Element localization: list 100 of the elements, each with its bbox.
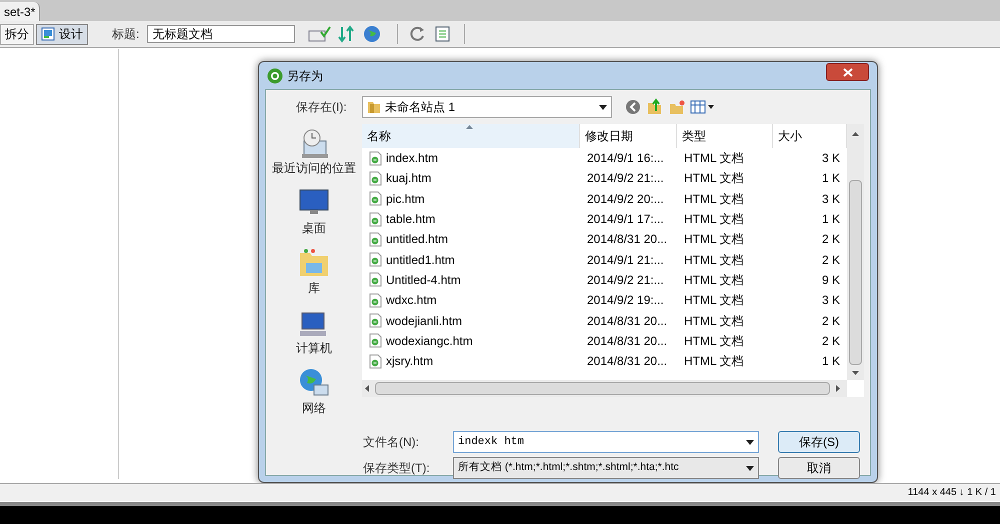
- file-name-cell[interactable]: wdxc.htm: [362, 290, 580, 310]
- html-file-icon: [369, 333, 382, 348]
- document-tab[interactable]: set-3*: [0, 2, 40, 21]
- date-cell-text: 2014/8/31 20...: [586, 332, 668, 350]
- dropdown-arrow-icon: [708, 105, 714, 109]
- filename-field[interactable]: indexk htm: [453, 431, 759, 453]
- file-name-cell[interactable]: wodexiangc.htm: [362, 330, 580, 351]
- scroll-up-icon: [852, 132, 859, 136]
- horizontal-scrollbar[interactable]: [362, 380, 847, 397]
- type-cell-text: HTML 文档: [683, 170, 745, 188]
- type-cell-text: HTML 文档: [683, 231, 745, 248]
- date-cell-text: 2014/9/1 21:...: [586, 252, 665, 269]
- column-header[interactable]: 名称: [362, 124, 580, 148]
- place-item[interactable]: 库: [269, 246, 359, 300]
- dropdown-arrow-icon: [746, 440, 754, 444]
- new-folder-icon[interactable]: [668, 98, 686, 116]
- title-label: 标题:: [112, 26, 140, 43]
- up-folder-icon[interactable]: [646, 98, 664, 116]
- back-icon[interactable]: [624, 98, 642, 116]
- view-tab[interactable]: 设计: [36, 24, 88, 44]
- size-cell-text: 3 K: [820, 150, 841, 168]
- date-cell-text: 2014/9/2 21:...: [586, 272, 665, 289]
- file-name-cell[interactable]: xjsry.htm: [362, 350, 580, 372]
- file-name-cell[interactable]: table.htm: [362, 208, 580, 230]
- close-icon: [842, 68, 852, 76]
- html-file-icon: [369, 150, 382, 166]
- size-cell-text: 2 K: [820, 231, 841, 248]
- html-file-icon: [369, 170, 382, 186]
- column-header[interactable]: 大小: [773, 124, 847, 148]
- dialog-title: 另存为: [287, 68, 323, 84]
- column-header[interactable]: 修改日期: [580, 124, 677, 148]
- scroll-thumb[interactable]: [849, 180, 862, 365]
- refresh-icon[interactable]: [410, 25, 426, 43]
- file-name-cell[interactable]: kuaj.htm: [362, 168, 580, 189]
- place-label: 计算机: [296, 340, 332, 357]
- type-cell-text: HTML 文档: [683, 312, 745, 330]
- size-cell-text: 1 K: [820, 353, 841, 370]
- view-tab[interactable]: 拆分: [0, 24, 34, 44]
- title-field[interactable]: 无标题文档: [147, 25, 296, 43]
- scroll-right-icon: [836, 385, 840, 392]
- place-item[interactable]: 最近访问的位置: [269, 126, 359, 180]
- scroll-thumb[interactable]: [375, 382, 830, 395]
- type-cell-text: HTML 文档: [683, 353, 745, 370]
- close-button[interactable]: [826, 63, 869, 81]
- grid-view-icon: [690, 100, 706, 114]
- html-file-icon: [369, 232, 382, 247]
- file-name-cell[interactable]: index.htm: [362, 148, 580, 168]
- size-cell-text: 2 K: [820, 252, 841, 269]
- dropdown-arrow-icon: [746, 466, 754, 470]
- type-cell-text: HTML 文档: [683, 272, 745, 289]
- size-cell-text: 1 K: [820, 170, 841, 188]
- file-name-cell[interactable]: wodejianli.htm: [362, 310, 580, 331]
- date-cell-text: 2014/8/31 20...: [586, 353, 668, 370]
- html-file-icon: [369, 292, 382, 308]
- date-cell-text: 2014/8/31 20...: [586, 312, 668, 330]
- file-name-cell[interactable]: untitled1.htm: [362, 249, 580, 270]
- size-cell-text: 9 K: [820, 272, 841, 289]
- file-name-cell[interactable]: untitled.htm: [362, 229, 580, 250]
- size-cell-text: 1 K: [820, 211, 841, 228]
- place-label: 最近访问的位置: [272, 160, 356, 177]
- date-cell-text: 2014/9/1 16:...: [586, 150, 665, 168]
- place-item[interactable]: 网络: [269, 366, 359, 420]
- dropdown-arrow-icon: [599, 104, 607, 110]
- date-cell-text: 2014/9/2 21:...: [586, 170, 665, 188]
- sort-arrow-icon: [466, 125, 473, 129]
- cancel-button[interactable]: 取消: [778, 457, 860, 479]
- code-check-icon[interactable]: [307, 25, 334, 43]
- scroll-down-icon: [852, 371, 859, 375]
- place-label: 库: [308, 280, 320, 297]
- type-cell-text: HTML 文档: [683, 150, 745, 168]
- size-cell-text: 2 K: [820, 332, 841, 350]
- vertical-scrollbar[interactable]: [847, 124, 864, 380]
- type-cell-text: HTML 文档: [683, 211, 745, 228]
- size-cell-text: 3 K: [820, 190, 841, 208]
- size-cell-text: 2 K: [820, 312, 841, 330]
- html-file-icon: [369, 313, 382, 328]
- html-file-icon: [369, 212, 382, 227]
- place-item[interactable]: 计算机: [269, 306, 359, 360]
- save-in-dropdown[interactable]: 未命名站点 1: [362, 96, 612, 118]
- design-view-icon: [41, 27, 55, 41]
- html-file-icon: [369, 191, 382, 206]
- html-file-icon: [369, 252, 382, 268]
- library-folder-icon: [298, 247, 330, 279]
- place-label: 桌面: [302, 220, 326, 237]
- column-header[interactable]: 类型: [677, 124, 773, 148]
- file-type-dropdown[interactable]: 所有文档 (*.htm;*.html;*.shtm;*.shtml;*.hta;*.htc: [453, 457, 759, 479]
- save-button[interactable]: 保存(S): [778, 431, 860, 453]
- place-item[interactable]: 桌面: [269, 186, 359, 240]
- type-cell-text: HTML 文档: [683, 252, 745, 269]
- type-cell-text: HTML 文档: [683, 190, 745, 208]
- date-cell-text: 2014/9/2 19:...: [586, 292, 665, 310]
- scroll-left-icon: [365, 385, 369, 392]
- file-name-cell[interactable]: Untitled-4.htm: [362, 270, 580, 290]
- date-cell-text: 2014/9/2 20:...: [586, 190, 665, 208]
- folder-icon: [367, 100, 381, 114]
- save-in-label: 保存在(I):: [296, 99, 348, 116]
- view-menu-button[interactable]: [690, 100, 714, 114]
- status-text: 1144 x 445 ↓ 1 K / 1: [908, 486, 996, 500]
- filename-label: 文件名(N):: [363, 434, 420, 451]
- file-name-cell[interactable]: pic.htm: [362, 188, 580, 209]
